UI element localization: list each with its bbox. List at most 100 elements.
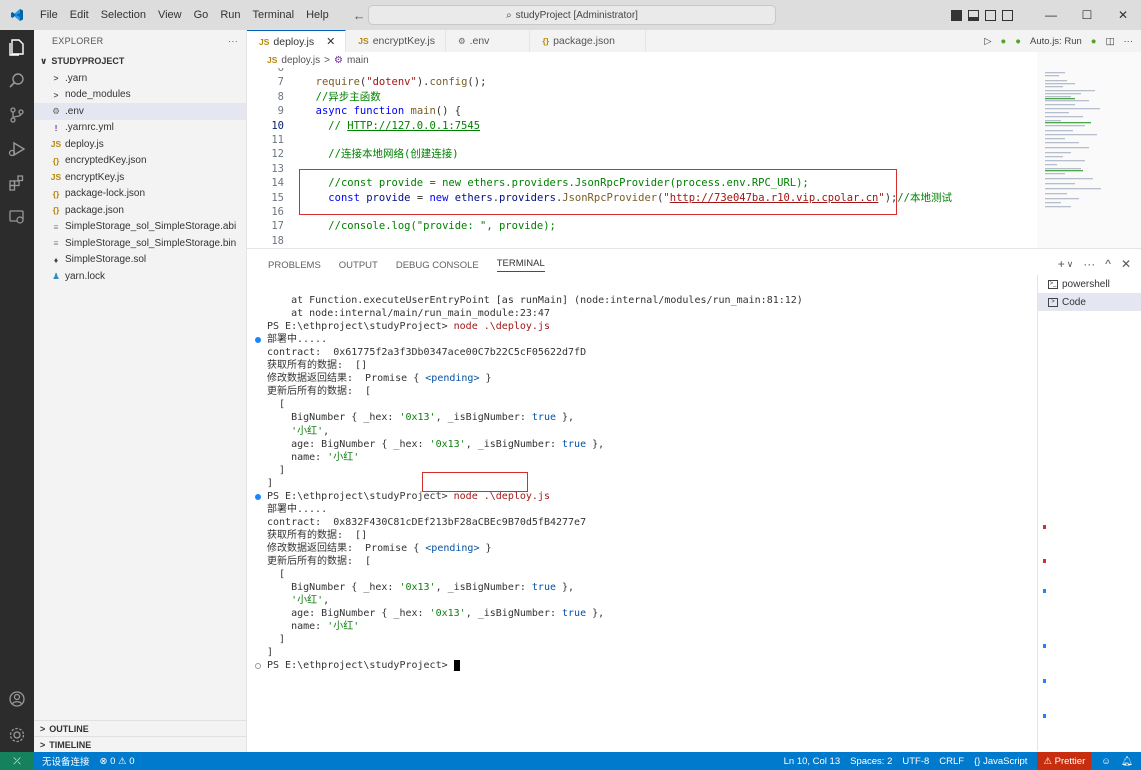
command-decoration-icon[interactable] — [255, 337, 261, 344]
search-icon[interactable] — [0, 64, 34, 98]
menu-go[interactable]: Go — [188, 0, 215, 30]
tab-package-json[interactable]: {} package.json — [530, 30, 646, 52]
chevron-down-icon[interactable]: ∨ — [1067, 259, 1074, 271]
source-control-icon[interactable] — [0, 98, 34, 132]
terminal-text: PS E:\ethproject\studyProject> node .\de… — [267, 490, 550, 502]
indentation[interactable]: Spaces: 2 — [850, 756, 892, 767]
feedback-icon[interactable]: ☺ — [1101, 756, 1111, 767]
code-line: 6 — [247, 68, 1037, 75]
end-of-line[interactable]: CRLF — [939, 756, 964, 767]
remote-explorer-icon[interactable] — [0, 200, 34, 234]
tree-item[interactable]: ⚙ .env — [34, 103, 246, 120]
manage-gear-icon[interactable] — [0, 718, 34, 752]
close-window-button[interactable]: ✕ — [1105, 8, 1141, 22]
tree-item[interactable]: ≡ SimpleStorage_sol_SimpleStorage.abi — [34, 219, 246, 236]
tab-env[interactable]: ⚙ .env — [446, 30, 531, 52]
tab-encryptkey-js[interactable]: JS encryptKey.js — [346, 30, 446, 52]
explorer-icon[interactable] — [0, 30, 34, 64]
account-icon[interactable] — [0, 682, 34, 716]
terminal-line: [ — [247, 568, 1037, 581]
tree-item[interactable]: {} package.json — [34, 202, 246, 219]
toggle-primary-sidebar-icon[interactable] — [951, 9, 962, 21]
terminal-text: 部署中..... — [267, 334, 328, 346]
tree-item[interactable]: {} encryptedKey.json — [34, 153, 246, 170]
tree-item[interactable]: JS encryptKey.js — [34, 169, 246, 186]
json-icon: {} — [542, 36, 550, 46]
breadcrumb-file[interactable]: deploy.js — [281, 55, 320, 66]
tab-label: encryptKey.js — [372, 35, 435, 47]
minimize-button[interactable]: — — [1033, 8, 1069, 22]
tab-deploy-js[interactable]: JS deploy.js ✕ — [247, 30, 347, 52]
breadcrumb-symbol[interactable]: main — [347, 55, 369, 66]
more-actions-icon[interactable]: ··· — [228, 36, 238, 46]
terminal-text: at node:internal/main/run_main_module:23… — [267, 308, 550, 320]
more-actions-icon[interactable]: ··· — [1124, 36, 1134, 47]
code-line: 17 //console.log("provide: ", provide); — [247, 219, 1037, 233]
toggle-panel-icon[interactable] — [968, 9, 979, 21]
tab-problems[interactable]: PROBLEMS — [268, 260, 321, 271]
more-actions-icon[interactable]: ··· — [1083, 257, 1095, 271]
extensions-icon[interactable] — [0, 166, 34, 200]
android-icon-2[interactable]: ● — [1015, 36, 1021, 47]
notifications-icon[interactable]: 🔔︎ — [1121, 756, 1133, 767]
split-editor-icon[interactable]: ◫ — [1106, 36, 1115, 47]
command-decoration-icon[interactable] — [255, 663, 261, 670]
tree-item[interactable]: ≡ SimpleStorage_sol_SimpleStorage.bin — [34, 235, 246, 252]
menu-selection[interactable]: Selection — [95, 0, 152, 30]
remote-indicator-icon[interactable]: ⤫ — [0, 752, 34, 770]
minimap[interactable] — [1037, 52, 1141, 248]
language-mode[interactable]: {} JavaScript — [974, 756, 1027, 767]
run-icon[interactable]: ▷ — [984, 36, 991, 47]
tree-item[interactable]: ♟ yarn.lock — [34, 268, 246, 285]
code-line: 11 — [247, 133, 1037, 147]
close-panel-icon[interactable]: ✕ — [1121, 257, 1131, 271]
terminal-output[interactable]: at Function.executeUserEntryPoint [as ru… — [247, 281, 1037, 751]
problems-counter[interactable]: ⊗ 0 ⚠ 0 — [100, 756, 135, 767]
new-terminal-icon[interactable]: + — [1058, 257, 1065, 271]
back-arrow-icon[interactable]: ← — [353, 8, 366, 23]
toggle-secondary-sidebar-icon[interactable] — [985, 9, 996, 21]
terminal-text: 更新后所有的数据: [ — [267, 386, 372, 398]
code-editor[interactable]: 67 require("dotenv").config(); 8 //异步主函数 9… — [247, 68, 1037, 248]
command-center[interactable]: ⌕ studyProject [Administrator] — [368, 5, 776, 25]
tree-item-label: SimpleStorage_sol_SimpleStorage.bin — [65, 237, 237, 249]
run-debug-icon[interactable] — [0, 132, 34, 166]
command-decoration-icon[interactable] — [255, 493, 261, 500]
tree-item[interactable]: ♦ SimpleStorage.sol — [34, 252, 246, 269]
menu-file[interactable]: File — [34, 0, 64, 30]
menu-view[interactable]: View — [152, 0, 188, 30]
terminal-item-code[interactable]: > Code — [1038, 293, 1141, 311]
autojs-run-button[interactable]: Auto.js: Run — [1030, 36, 1082, 47]
menu-help[interactable]: Help — [300, 0, 335, 30]
device-connection-status[interactable]: 无设备连接 — [42, 754, 90, 768]
terminal-label: Code — [1062, 296, 1086, 308]
terminal-text: '小红', — [291, 425, 330, 437]
tab-output[interactable]: OUTPUT — [339, 260, 378, 271]
encoding[interactable]: UTF-8 — [902, 756, 929, 767]
prettier-status[interactable]: ⚠ Prettier — [1037, 752, 1092, 770]
outline-section[interactable]: > OUTLINE — [34, 720, 247, 736]
cursor-position[interactable]: Ln 10, Col 13 — [784, 756, 841, 767]
tree-item[interactable]: > .yarn — [34, 70, 246, 87]
file-type-icon: ! — [54, 122, 58, 133]
tab-terminal[interactable]: TERMINAL — [496, 258, 545, 272]
tree-item[interactable]: > node_modules — [34, 87, 246, 104]
project-folder-header[interactable]: ∨ STUDYPROJECT — [34, 52, 246, 70]
close-icon[interactable]: ✕ — [326, 35, 335, 48]
tree-item[interactable]: JS deploy.js — [34, 136, 246, 153]
menu-terminal[interactable]: Terminal — [247, 0, 301, 30]
android-icon[interactable]: ● — [1001, 36, 1007, 47]
terminal-item-powershell[interactable]: >_ powershell — [1038, 275, 1141, 293]
tree-item[interactable]: ! .yarnrc.yml — [34, 120, 246, 137]
tree-item[interactable]: {} package-lock.json — [34, 186, 246, 203]
maximize-button[interactable]: ☐ — [1069, 8, 1105, 22]
terminal-text: ] — [267, 464, 286, 476]
tab-debug-console[interactable]: DEBUG CONSOLE — [396, 260, 479, 271]
menu-run[interactable]: Run — [214, 0, 246, 30]
android-icon-3[interactable]: ● — [1091, 36, 1097, 47]
menu-edit[interactable]: Edit — [64, 0, 95, 30]
timeline-section[interactable]: > TIMELINE — [34, 736, 247, 752]
maximize-panel-icon[interactable]: ^ — [1105, 257, 1111, 271]
line-number: 16 — [271, 205, 284, 218]
customize-layout-icon[interactable] — [1002, 9, 1013, 21]
